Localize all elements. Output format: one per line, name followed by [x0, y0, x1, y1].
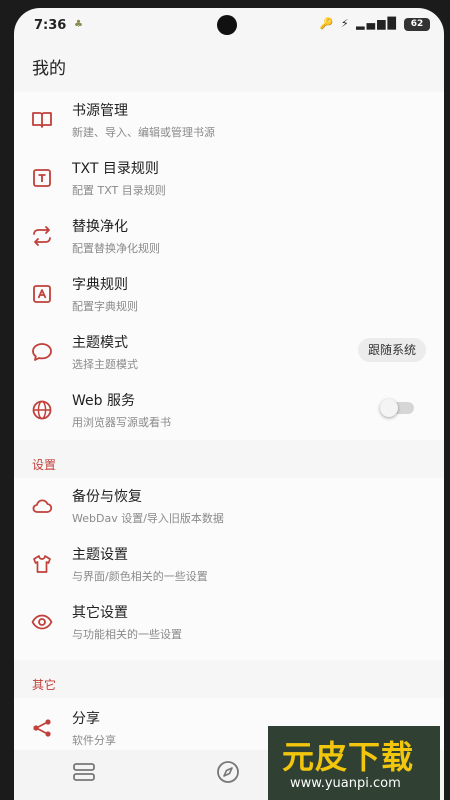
menu-item-title: 主题模式	[72, 335, 128, 351]
menu-item-title: 其它设置	[72, 605, 128, 621]
compass-nav-icon[interactable]	[214, 758, 242, 786]
web-globe-icon	[32, 400, 52, 420]
menu-item-title: 替换净化	[72, 219, 128, 235]
menu-item-replace-rules[interactable]: 替换净化 配置替换净化规则	[14, 208, 444, 266]
menu-item-title: 书源管理	[72, 103, 128, 119]
toggle-knob	[380, 399, 398, 417]
menu-item-web-service[interactable]: Web 服务 用浏览器写源或看书	[14, 382, 444, 440]
system-icons: 🔑 ⚡ ▂▄▆█	[319, 17, 398, 30]
status-time: 7:36	[34, 18, 67, 33]
page-title: 我的	[32, 59, 66, 79]
theme-mode-icon	[32, 343, 52, 361]
menu-item-subtitle: 配置替换净化规则	[72, 242, 160, 255]
share-icon	[33, 719, 51, 737]
menu-item-title: 分享	[72, 711, 100, 727]
notification-icon: ♣	[74, 19, 83, 30]
menu-item-title: 备份与恢复	[72, 489, 142, 505]
settings-card: 备份与恢复 WebDav 设置/导入旧版本数据 主题设置 与界面/颜色相关的一些…	[14, 478, 444, 660]
menu-item-txt-rules[interactable]: TXT 目录规则 配置 TXT 目录规则	[14, 150, 444, 208]
menu-item-title: 字典规则	[72, 277, 128, 293]
dictionary-icon	[33, 285, 51, 303]
menu-item-subtitle: 与功能相关的一些设置	[72, 628, 182, 641]
menu-item-theme-settings[interactable]: 主题设置 与界面/颜色相关的一些设置	[14, 536, 444, 594]
menu-item-title: 主题设置	[72, 547, 128, 563]
eye-icon	[31, 614, 53, 630]
menu-item-subtitle: 选择主题模式	[72, 358, 138, 371]
book-icon	[32, 112, 52, 128]
menu-item-backup-restore[interactable]: 备份与恢复 WebDav 设置/导入旧版本数据	[14, 478, 444, 536]
menu-item-subtitle: 配置字典规则	[72, 300, 138, 313]
menu-item-subtitle: 与界面/颜色相关的一些设置	[72, 570, 208, 583]
cloud-icon	[32, 499, 53, 513]
shirt-icon	[33, 555, 51, 573]
menu-item-subtitle: 新建、导入、编辑或管理书源	[72, 126, 215, 139]
watermark-text: 元皮下载	[282, 738, 415, 776]
menu-item-subtitle: WebDav 设置/导入旧版本数据	[72, 512, 224, 525]
menu-item-title: TXT 目录规则	[72, 161, 159, 177]
camera-cutout	[217, 15, 237, 35]
status-bar: 7:36 ♣ 🔑 ⚡ ▂▄▆█ 62	[14, 8, 444, 42]
watermark-overlay: 元皮下载 www.yuanpi.com	[268, 726, 440, 800]
menu-item-other-settings[interactable]: 其它设置 与功能相关的一些设置	[14, 594, 444, 652]
section-header-other: 其它	[32, 678, 57, 692]
theme-mode-chip[interactable]: 跟随系统	[357, 338, 426, 362]
phone-screen: 7:36 ♣ 🔑 ⚡ ▂▄▆█ 62 我的 书源管理 新建、导入、编辑或管理书源…	[14, 8, 444, 800]
section-header-settings: 设置	[32, 458, 57, 472]
watermark-url: www.yuanpi.com	[290, 776, 401, 791]
menu-item-theme-mode[interactable]: 主题模式 选择主题模式 跟随系统	[14, 324, 444, 382]
web-service-toggle[interactable]	[380, 399, 414, 417]
menu-item-dictionary-rules[interactable]: 字典规则 配置字典规则	[14, 266, 444, 324]
bookshelf-nav-icon[interactable]	[70, 760, 98, 784]
menu-item-title: Web 服务	[72, 393, 135, 409]
menu-item-book-source[interactable]: 书源管理 新建、导入、编辑或管理书源	[14, 92, 444, 150]
menu-item-subtitle: 配置 TXT 目录规则	[72, 184, 166, 197]
menu-item-subtitle: 用浏览器写源或看书	[72, 416, 171, 429]
txt-icon	[33, 169, 51, 187]
battery-icon: 62	[404, 18, 430, 31]
main-card: 书源管理 新建、导入、编辑或管理书源 TXT 目录规则 配置 TXT 目录规则 …	[14, 92, 444, 440]
replace-icon	[33, 226, 51, 246]
menu-item-subtitle: 软件分享	[72, 734, 116, 747]
